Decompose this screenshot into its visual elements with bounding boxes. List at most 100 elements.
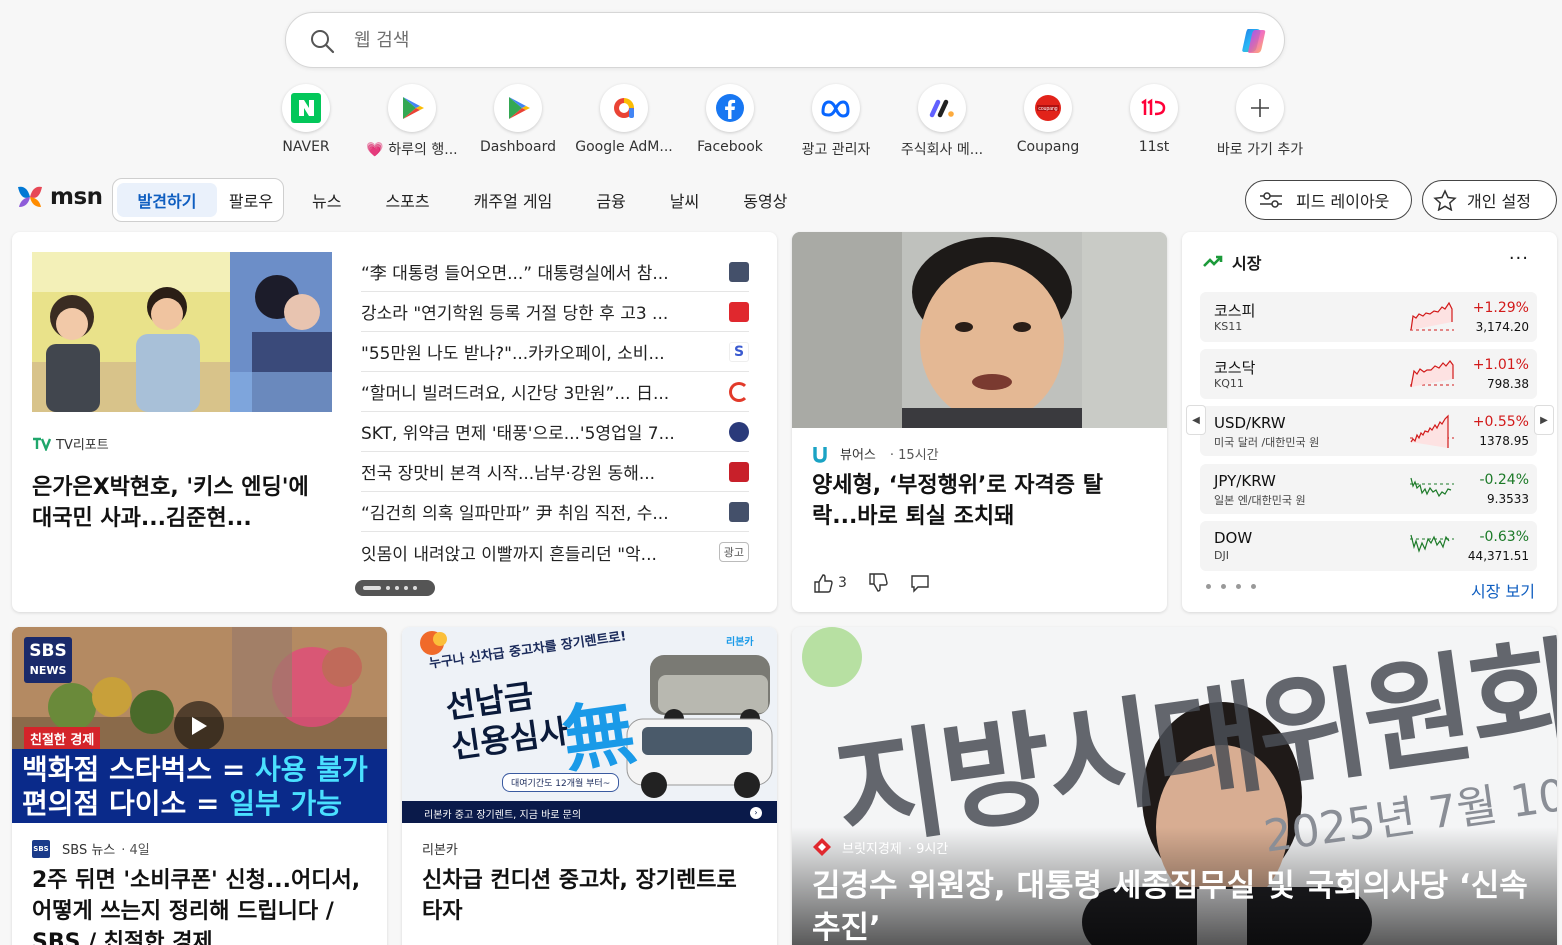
viewers-icon xyxy=(813,446,827,463)
quick-link-11st[interactable]: 11st xyxy=(1101,84,1207,155)
top-story-headline[interactable]: 은가은X박현호, '키스 엔딩'에 대국민 사과...김준현... xyxy=(32,472,332,534)
list-item[interactable]: 잇몸이 내려앉고 이빨까지 흔들리던 "악... 광고 xyxy=(361,532,749,572)
feed-layout-button[interactable]: 피드 레이아웃 xyxy=(1245,180,1412,220)
quick-link-haru[interactable]: 💗 하루의 행... xyxy=(359,84,465,159)
sparkline xyxy=(1410,360,1454,388)
nav-news[interactable]: 뉴스 xyxy=(300,188,341,212)
ad-card-reborncar[interactable]: 누구나 신차급 중고차를 장기렌트로! 선납금 신용심사 無 대여기간도 12개월… xyxy=(402,627,777,945)
quick-link-add[interactable]: 바로 가기 추가 xyxy=(1207,84,1313,159)
sbs-icon: SBS xyxy=(32,839,50,858)
market-row-dow[interactable]: DOW DJI -0.63% 44,371.51 xyxy=(1200,521,1537,571)
plus-icon xyxy=(1251,99,1269,117)
google-admob-icon xyxy=(614,98,634,118)
publisher-icon xyxy=(729,261,749,282)
sparkline xyxy=(1410,414,1454,448)
ad-source: 리본카 xyxy=(422,843,458,858)
nav-finance[interactable]: 금융 xyxy=(584,188,625,212)
quick-link-meta-ads[interactable]: 광고 관리자 xyxy=(783,84,889,159)
facebook-icon xyxy=(716,94,744,122)
thumbs-down-icon[interactable] xyxy=(867,572,889,594)
article-thumbnail xyxy=(792,232,1167,428)
thumb-caption: 백화점 스타벅스 = 사용 불가 편의점 다이소 = 일부 가능 xyxy=(12,749,387,823)
sparkline xyxy=(1410,477,1454,498)
ad-thumbnail: 누구나 신차급 중고차를 장기렌트로! 선납금 신용심사 無 대여기간도 12개월… xyxy=(402,627,777,823)
view-markets-link[interactable]: 시장 보기 xyxy=(1471,578,1535,602)
article-source: 브릿지경제 · 9시간 xyxy=(812,837,948,857)
top-stories-card: TV리포트 은가은X박현호, '키스 엔딩'에 대국민 사과...김준현... … xyxy=(12,232,777,612)
list-item[interactable]: 강소라 "연기학원 등록 거절 당한 후 고3 ... xyxy=(361,292,749,332)
quick-link-monday[interactable]: 주식회사 메... xyxy=(889,84,995,159)
news-card-sbs[interactable]: SBS NEWS 친절한 경제 백화점 스타벅스 = 사용 불가 편의점 다이소 … xyxy=(12,627,387,945)
sparkline xyxy=(1410,301,1454,331)
list-item[interactable]: “할머니 빌려드려요, 시간당 3만원”... 日... xyxy=(361,372,749,412)
quick-link-naver[interactable]: NAVER xyxy=(253,84,359,155)
market-card: 시장 ··· 코스피 KS11 +1.29% 3,174.20 코스닥 KQ11… xyxy=(1182,232,1557,612)
search-input[interactable] xyxy=(354,25,1204,55)
msn-butterfly-icon xyxy=(18,186,42,207)
market-title[interactable]: 시장 xyxy=(1202,250,1261,274)
ad-headline: 신차급 컨디션 중고차, 장기렌트로 타자 xyxy=(422,868,737,924)
market-row-kosdaq[interactable]: 코스닥 KQ11 +1.01% 798.38 xyxy=(1200,349,1537,399)
11st-icon xyxy=(1141,98,1166,116)
quick-link-dashboard[interactable]: Dashboard xyxy=(465,84,571,155)
quick-link-coupang[interactable]: coupang Coupang xyxy=(995,84,1101,155)
publisher-icon xyxy=(729,301,749,322)
top-story-image[interactable] xyxy=(32,252,332,412)
meta-icon xyxy=(821,100,850,118)
svg-text:coupang: coupang xyxy=(1038,106,1057,112)
comment-icon[interactable] xyxy=(909,572,931,594)
quick-link-facebook[interactable]: Facebook xyxy=(677,84,783,155)
msn-logo[interactable]: msn xyxy=(14,180,103,214)
feed-toggle: 발견하기 팔로우 xyxy=(112,178,284,222)
naver-icon xyxy=(291,93,321,123)
list-item[interactable]: "55만원 나도 받나?"...카카오페이, 소비... S xyxy=(361,332,749,372)
list-item[interactable]: “李 대통령 들어오면...” 대통령실에서 참... xyxy=(361,252,749,292)
market-row-jpykrw[interactable]: JPY/KRW 일본 엔/대한민국 원 -0.24% 9.3533 xyxy=(1200,464,1537,514)
more-options-icon[interactable]: ··· xyxy=(1509,248,1529,269)
personalize-button[interactable]: 개인 설정 xyxy=(1422,180,1557,220)
market-next-arrow[interactable]: ▶ xyxy=(1534,405,1554,435)
video-thumbnail: SBS NEWS 친절한 경제 백화점 스타벅스 = 사용 불가 편의점 다이소 … xyxy=(12,627,387,823)
market-prev-arrow[interactable]: ◀ xyxy=(1186,405,1206,435)
monday-icon xyxy=(929,99,954,118)
arrow-right-icon: › xyxy=(750,807,762,819)
brand-logo: 리본카 xyxy=(726,637,754,648)
bridge-economy-icon xyxy=(813,838,831,856)
search-bar[interactable] xyxy=(285,12,1285,68)
list-item[interactable]: 전국 장맛비 본격 시작...남부·강원 동해... xyxy=(361,452,749,492)
article-source: SBS SBS 뉴스 · 4일 xyxy=(32,839,150,858)
thumbs-up-icon[interactable] xyxy=(812,572,834,594)
market-pager-dots[interactable] xyxy=(1206,584,1266,589)
list-item[interactable]: “김건희 의혹 일파만파” 尹 취임 직전, 수... xyxy=(361,492,749,532)
market-row-usdkrw[interactable]: USD/KRW 미국 달러 /대한민국 원 +0.55% 1378.95 xyxy=(1200,406,1537,456)
thumb-badge: 친절한 경제 xyxy=(24,727,101,750)
reactions-bar: 3 xyxy=(812,572,931,594)
nav-links: 뉴스 스포츠 캐주얼 게임 금융 날씨 동영상 xyxy=(300,188,819,212)
publisher-icon xyxy=(729,381,749,402)
carousel-dots[interactable] xyxy=(355,580,435,596)
copilot-icon[interactable] xyxy=(1238,23,1274,59)
ad-badge: 광고 xyxy=(718,542,749,562)
google-play-icon xyxy=(509,97,530,119)
nav-video[interactable]: 동영상 xyxy=(731,188,787,212)
google-play-icon xyxy=(403,97,424,119)
market-row-kospi[interactable]: 코스피 KS11 +1.29% 3,174.20 xyxy=(1200,292,1537,342)
news-card-yangsehyung[interactable]: 뷰어스 · 15시간 양세형, ‘부정행위’로 자격증 탈락...바로 퇴실 조… xyxy=(792,232,1167,612)
nav-weather[interactable]: 날씨 xyxy=(658,188,699,212)
nav-sports[interactable]: 스포츠 xyxy=(373,188,429,212)
article-headline: 양세형, ‘부정행위’로 자격증 탈락...바로 퇴실 조치돼 xyxy=(812,473,1103,529)
quick-link-admob[interactable]: Google AdM... xyxy=(571,84,677,155)
publisher-icon xyxy=(729,461,749,482)
play-icon[interactable] xyxy=(174,701,224,751)
follow-tab[interactable]: 팔로우 xyxy=(221,183,281,217)
publisher-icon xyxy=(729,501,749,522)
top-story-source[interactable]: TV리포트 xyxy=(32,434,109,453)
list-item[interactable]: SKT, 위약금 면제 '태풍'으로...'5영업일 7... xyxy=(361,412,749,452)
news-card-kimkyungsoo[interactable]: 지방시대위원회 2025년 7월 10일 브릿지경제 · 9시간 김경수 위원장… xyxy=(792,627,1557,945)
trend-up-icon xyxy=(1203,255,1223,267)
coupang-icon: coupang xyxy=(1035,95,1061,121)
search-icon xyxy=(311,30,335,54)
nav-games[interactable]: 캐주얼 게임 xyxy=(462,188,553,212)
article-source: 뷰어스 · 15시간 xyxy=(812,444,939,463)
discover-tab[interactable]: 발견하기 xyxy=(117,183,217,217)
